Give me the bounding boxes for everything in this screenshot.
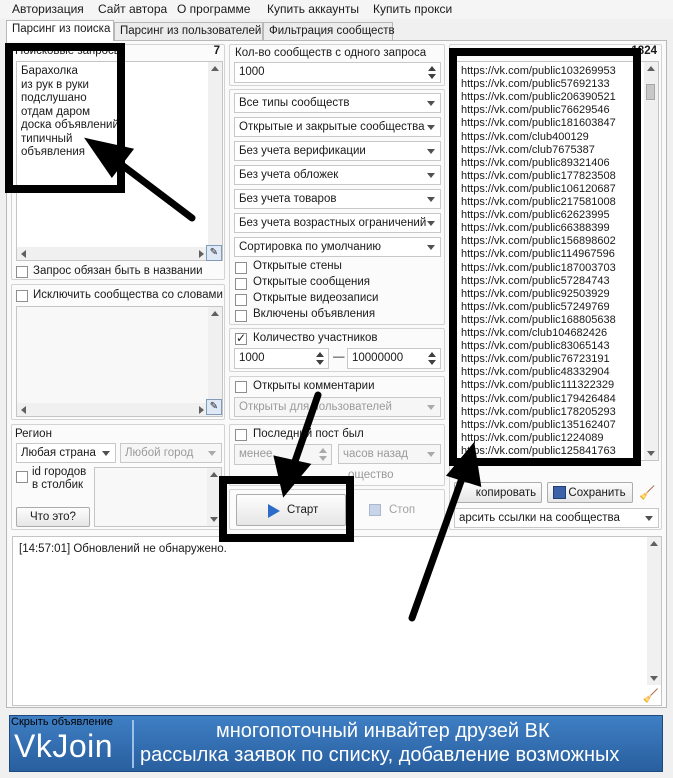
tab-search-parsing[interactable]: Парсинг из поиска: [6, 20, 114, 41]
annotation-arrows: [84, 137, 482, 622]
arrow-head: [273, 455, 312, 498]
arrow-line: [106, 152, 196, 222]
arrow-head: [445, 441, 482, 488]
hide-ad-link[interactable]: Скрыть объявление: [11, 716, 113, 728]
arrow-line: [288, 391, 322, 474]
arrow-line: [408, 466, 469, 622]
